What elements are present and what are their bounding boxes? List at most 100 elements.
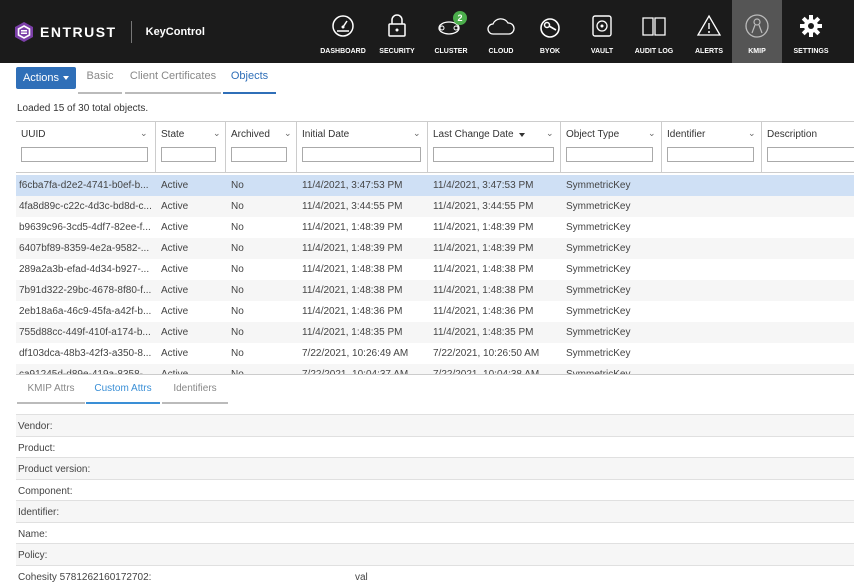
nav-settings[interactable]: SETTINGS	[786, 0, 836, 63]
column-initial-date[interactable]: Initial Date ⌄	[297, 122, 428, 173]
column-identifier[interactable]: Identifier ⌄	[662, 122, 762, 173]
table-row[interactable]: 2eb18a6a-46c9-45fa-a42f-b... Active No 11/4…	[16, 301, 854, 322]
nav-kmip[interactable]: KMIP	[732, 0, 782, 63]
table-row[interactable]: 755d88cc-449f-410f-a174-b... Active No 11/4…	[16, 322, 854, 343]
attr-row: Identifier:	[16, 500, 854, 522]
filter-last-change-date-input[interactable]	[433, 147, 554, 162]
attr-row: Cohesity 5781262160172702: val	[16, 564, 854, 585]
table-row[interactable]: 4fa8d89c-c22c-4d3c-bd8d-c... Active No 11/4…	[16, 196, 854, 217]
subtab-identifiers[interactable]: Identifiers	[162, 383, 228, 404]
column-last-change-date[interactable]: Last Change Date ⌄	[428, 122, 561, 173]
table-cell: No	[231, 327, 244, 338]
filter-description-input[interactable]	[767, 147, 854, 162]
table-cell: ca91245d-d89e-419a-8358-...	[19, 369, 152, 375]
table-cell: SymmetricKey	[566, 306, 631, 317]
chevron-down-icon[interactable]: ⌄	[648, 128, 656, 139]
table-cell: 755d88cc-449f-410f-a174-b...	[19, 327, 151, 338]
nav-label: CLOUD	[488, 48, 514, 55]
chevron-down-icon[interactable]: ⌄	[140, 128, 148, 139]
tab-basic[interactable]: Basic	[78, 70, 122, 94]
nav-label: DASHBOARD	[320, 48, 366, 55]
table-cell: 7/22/2021, 10:04:38 AM	[433, 369, 540, 375]
table-cell: Active	[161, 348, 189, 359]
column-label: Identifier	[667, 129, 706, 140]
nav-security[interactable]: SECURITY	[374, 0, 420, 63]
nav-cloud[interactable]: CLOUD	[478, 0, 524, 63]
chevron-down-icon[interactable]: ⌄	[748, 128, 756, 139]
brand[interactable]: ENTRUST KeyControl	[14, 21, 205, 43]
nav-label: BYOK	[539, 48, 561, 55]
chevron-down-icon[interactable]: ⌄	[213, 128, 221, 139]
table-cell: 11/4/2021, 3:47:53 PM	[302, 180, 403, 191]
column-label: Initial Date	[302, 129, 350, 140]
nav-label: SETTINGS	[793, 48, 829, 55]
table-cell: SymmetricKey	[566, 243, 631, 254]
subtab-custom-attrs[interactable]: Custom Attrs	[86, 383, 160, 404]
table-cell: No	[231, 201, 244, 212]
table-cell: SymmetricKey	[566, 222, 631, 233]
table-cell: 7/22/2021, 10:04:37 AM	[302, 369, 409, 375]
column-object-type[interactable]: Object Type ⌄	[561, 122, 662, 173]
table-cell: 11/4/2021, 1:48:36 PM	[302, 306, 403, 317]
table-cell: 11/4/2021, 1:48:35 PM	[302, 327, 403, 338]
caret-down-icon	[63, 76, 70, 80]
table-row[interactable]: 6407bf89-8359-4e2a-9582-... Active No 11/4/…	[16, 238, 854, 259]
key-icon	[540, 18, 560, 38]
table-row[interactable]: df103dca-48b3-42f3-a350-8... Active No 7/22…	[16, 343, 854, 364]
filter-archived-input[interactable]	[231, 147, 287, 162]
dashboard-icon	[332, 15, 354, 37]
subtab-kmip-attrs[interactable]: KMIP Attrs	[17, 383, 85, 404]
gear-icon	[800, 15, 822, 37]
book-icon	[642, 17, 666, 36]
filter-state-input[interactable]	[161, 147, 216, 162]
table-row[interactable]: b9639c96-3cd5-4df7-82ee-f... Active No 11/4…	[16, 217, 854, 238]
table-cell: No	[231, 180, 244, 191]
table-row[interactable]: f6cba7fa-d2e2-4741-b0ef-b... Active No 11/4…	[16, 175, 854, 196]
table-row[interactable]: 289a2a3b-efad-4d34-b927-... Active No 11/4/…	[16, 259, 854, 280]
nav-byok[interactable]: BYOK	[530, 0, 570, 63]
table-cell: 11/4/2021, 3:44:55 PM	[433, 201, 534, 212]
attr-key: Vendor:	[18, 421, 53, 432]
table-cell: 11/4/2021, 1:48:38 PM	[302, 264, 403, 275]
table-cell: Active	[161, 264, 189, 275]
brand-divider	[130, 21, 132, 43]
nav-cluster[interactable]: 2 CLUSTER	[428, 0, 474, 63]
attr-key: Cohesity 5781262160172702:	[18, 571, 152, 583]
table-cell: 11/4/2021, 3:47:53 PM	[433, 180, 534, 191]
attr-key: Component:	[18, 485, 73, 497]
attr-row: Name:	[16, 521, 854, 544]
chevron-down-icon[interactable]: ⌄	[546, 128, 554, 139]
nav-alerts[interactable]: ALERTS	[688, 0, 730, 63]
table-cell: SymmetricKey	[566, 348, 631, 359]
tab-objects[interactable]: Objects	[223, 70, 276, 94]
filter-identifier-input[interactable]	[667, 147, 754, 162]
nav-label: KMIP	[748, 48, 766, 55]
tab-client-certificates[interactable]: Client Certificates	[125, 70, 221, 94]
table-row[interactable]: ca91245d-d89e-419a-8358-... Active No 7/22/…	[16, 364, 854, 375]
sort-desc-icon	[519, 133, 525, 137]
nav-vault[interactable]: VAULT	[581, 0, 623, 63]
column-uuid[interactable]: UUID ⌄	[16, 122, 156, 173]
filter-uuid-input[interactable]	[21, 147, 148, 162]
chevron-down-icon[interactable]: ⌄	[284, 128, 292, 139]
table-cell: 11/4/2021, 3:44:55 PM	[302, 201, 403, 212]
loaded-status: Loaded 15 of 30 total objects.	[17, 103, 149, 114]
column-label: Last Change Date	[433, 129, 514, 140]
attr-row: Vendor:	[16, 414, 854, 436]
actions-label: Actions	[22, 72, 60, 84]
table-row[interactable]: 7b91d322-29bc-4678-8f80-f... Active No 11/4…	[16, 280, 854, 301]
chevron-down-icon[interactable]: ⌄	[413, 128, 421, 139]
filter-object-type-input[interactable]	[566, 147, 653, 162]
table-cell: 11/4/2021, 1:48:39 PM	[433, 222, 534, 233]
column-state[interactable]: State ⌄	[156, 122, 226, 173]
actions-button[interactable]: Actions	[16, 67, 76, 89]
product-name: KeyControl	[145, 26, 205, 38]
lock-icon	[388, 14, 406, 37]
column-label: State	[161, 129, 185, 140]
table-cell: SymmetricKey	[566, 180, 631, 191]
filter-initial-date-input[interactable]	[302, 147, 421, 162]
column-description[interactable]: Description	[762, 122, 854, 173]
nav-audit-log[interactable]: AUDIT LOG	[632, 0, 676, 63]
nav-dashboard[interactable]: DASHBOARD	[317, 0, 369, 63]
column-archived[interactable]: Archived ⌄	[226, 122, 297, 173]
